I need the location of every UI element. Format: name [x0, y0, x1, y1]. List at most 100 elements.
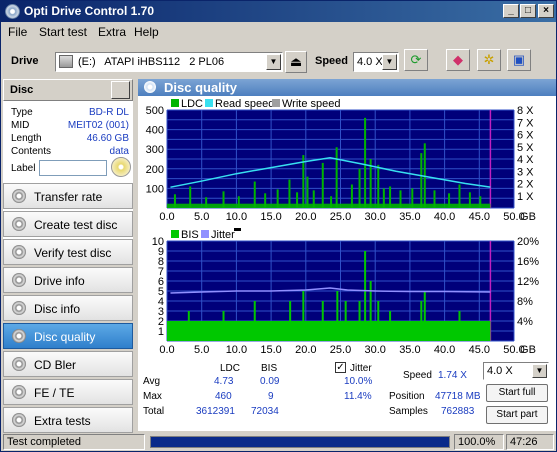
- close-button[interactable]: ×: [538, 4, 554, 18]
- y-tick-label: 500: [146, 105, 164, 117]
- menu-help[interactable]: Help: [134, 25, 159, 39]
- x-axis-unit: GB: [520, 344, 536, 356]
- nav-verify-test-disc[interactable]: Verify test disc: [3, 239, 133, 265]
- nav-label: Extra tests: [34, 414, 91, 428]
- ldc-bar: [479, 196, 482, 208]
- x-tick-label: 40.0: [434, 344, 455, 356]
- menu-start-test[interactable]: Start test: [39, 25, 87, 39]
- start-full-button[interactable]: Start full: [486, 384, 548, 402]
- title-bar: Opti Drive Control 1.70 _ □ ×: [1, 1, 556, 22]
- x-tick-label: 30.0: [364, 344, 385, 356]
- avg-ldc: 4.73: [214, 376, 234, 387]
- bis-bar: [222, 311, 225, 341]
- chevron-down-icon[interactable]: ▼: [266, 54, 281, 70]
- x-tick-label: 25.0: [330, 211, 351, 223]
- bis-bar: [358, 301, 361, 341]
- nav-create-test-disc[interactable]: Create test disc: [3, 211, 133, 237]
- eject-button[interactable]: ⏏: [285, 51, 307, 73]
- bis-bar: [321, 301, 324, 341]
- bis-baseline-area: [167, 321, 491, 341]
- y2-tick-label: 2 X: [517, 179, 534, 191]
- x-tick-label: 30.0: [364, 211, 385, 223]
- panel-header: Disc quality: [138, 79, 556, 96]
- status-bar: Test completed 100.0% 47:26: [1, 433, 556, 451]
- progress-bar: [150, 436, 450, 448]
- ldc-bar: [330, 196, 333, 208]
- ldc-bar: [296, 192, 299, 208]
- stats-panel: LDC BIS ✓ Jitter Avg 4.73 0.09 10.0% Max…: [138, 358, 556, 431]
- drive-select[interactable]: (E:) ATAPI iHBS112 2 PL06 ▼: [55, 52, 283, 72]
- bis-bar: [302, 291, 305, 341]
- settings-button[interactable]: ✲: [477, 49, 501, 71]
- menu-bar: File Start test Extra Help: [1, 22, 556, 42]
- x-tick-label: 35.0: [399, 211, 420, 223]
- ldc-bar: [312, 190, 315, 208]
- nav-extra-tests[interactable]: Extra tests: [3, 407, 133, 433]
- panel-title: Disc quality: [164, 80, 237, 95]
- minimize-button[interactable]: _: [503, 4, 519, 18]
- legend-jitter-swatch: [201, 230, 209, 238]
- status-percent: 100.0%: [454, 434, 504, 450]
- max-label: Max: [143, 391, 162, 402]
- speed-stat-label: Speed: [403, 370, 432, 381]
- y2-tick-label: 5 X: [517, 142, 534, 154]
- nav-fe-te[interactable]: FE / TE: [3, 379, 133, 405]
- x-tick-label: 5.0: [194, 344, 209, 356]
- ldc-bar: [276, 189, 279, 208]
- menu-extra[interactable]: Extra: [98, 25, 126, 39]
- disc-type-key: Type: [11, 107, 33, 118]
- nav-cd-bler[interactable]: CD Bler: [3, 351, 133, 377]
- x-tick-label: 10.0: [226, 211, 247, 223]
- samples-value: 762883: [441, 406, 475, 417]
- x-tick-label: 45.0: [469, 211, 490, 223]
- nav-transfer-rate[interactable]: Transfer rate: [3, 183, 133, 209]
- legend-ldc-label: LDC: [181, 98, 203, 110]
- avg-bis: 0.09: [260, 376, 280, 387]
- legend-jitter-label: Jitter: [211, 229, 235, 241]
- progress-fill: [151, 437, 449, 447]
- disc-panel-toggle[interactable]: [111, 81, 130, 99]
- disc-quality-icon: [144, 81, 156, 93]
- nav-disc-info[interactable]: Disc info: [3, 295, 133, 321]
- disc-label-button[interactable]: [111, 157, 131, 177]
- bis-bar: [253, 301, 256, 341]
- legend-bis-label: BIS: [181, 229, 199, 241]
- ldc-bar: [458, 184, 461, 208]
- ldc-bar: [173, 194, 176, 208]
- erase-button[interactable]: ◆: [446, 49, 470, 71]
- app-disc-icon: [5, 4, 20, 19]
- bis-bar: [364, 251, 367, 341]
- refresh-button[interactable]: ⟳: [404, 49, 428, 71]
- test-speed-select[interactable]: 4.0 X ▼: [483, 362, 549, 380]
- drive-value: (E:) ATAPI iHBS112 2 PL06: [78, 56, 225, 68]
- legend-read-speed-swatch: [205, 99, 213, 107]
- speed-select[interactable]: 4.0 X ▼: [353, 52, 399, 72]
- eject-icon: ⏏: [289, 54, 303, 69]
- total-ldc: 3612391: [196, 406, 235, 417]
- ldc-bar: [433, 190, 436, 208]
- jitter-checkbox[interactable]: ✓: [335, 362, 346, 373]
- disc-label-input[interactable]: [39, 160, 107, 176]
- avg-label: Avg: [143, 376, 161, 387]
- eraser-icon: ◆: [453, 52, 463, 67]
- nav-label: Verify test disc: [34, 246, 112, 260]
- chevron-down-icon[interactable]: ▼: [532, 364, 547, 378]
- y-tick-label: 400: [146, 125, 164, 137]
- legend-read-speed-label: Read speed: [215, 98, 274, 110]
- save-button[interactable]: ▣: [507, 49, 531, 71]
- x-tick-label: 40.0: [434, 211, 455, 223]
- disc-mid-value: MEIT02 (001): [67, 120, 129, 131]
- samples-label: Samples: [389, 406, 428, 417]
- ldc-bar: [420, 153, 423, 208]
- menu-file[interactable]: File: [8, 25, 27, 39]
- speed-label: Speed: [315, 55, 349, 67]
- nav-drive-info[interactable]: Drive info: [3, 267, 133, 293]
- disc-icon: [12, 301, 26, 315]
- chevron-down-icon[interactable]: ▼: [382, 54, 397, 70]
- ldc-bar: [350, 184, 353, 208]
- maximize-button[interactable]: □: [520, 4, 536, 18]
- x-tick-label: 25.0: [330, 344, 351, 356]
- ldc-bar: [358, 168, 361, 208]
- nav-disc-quality[interactable]: Disc quality: [3, 323, 133, 349]
- start-part-button[interactable]: Start part: [486, 406, 548, 424]
